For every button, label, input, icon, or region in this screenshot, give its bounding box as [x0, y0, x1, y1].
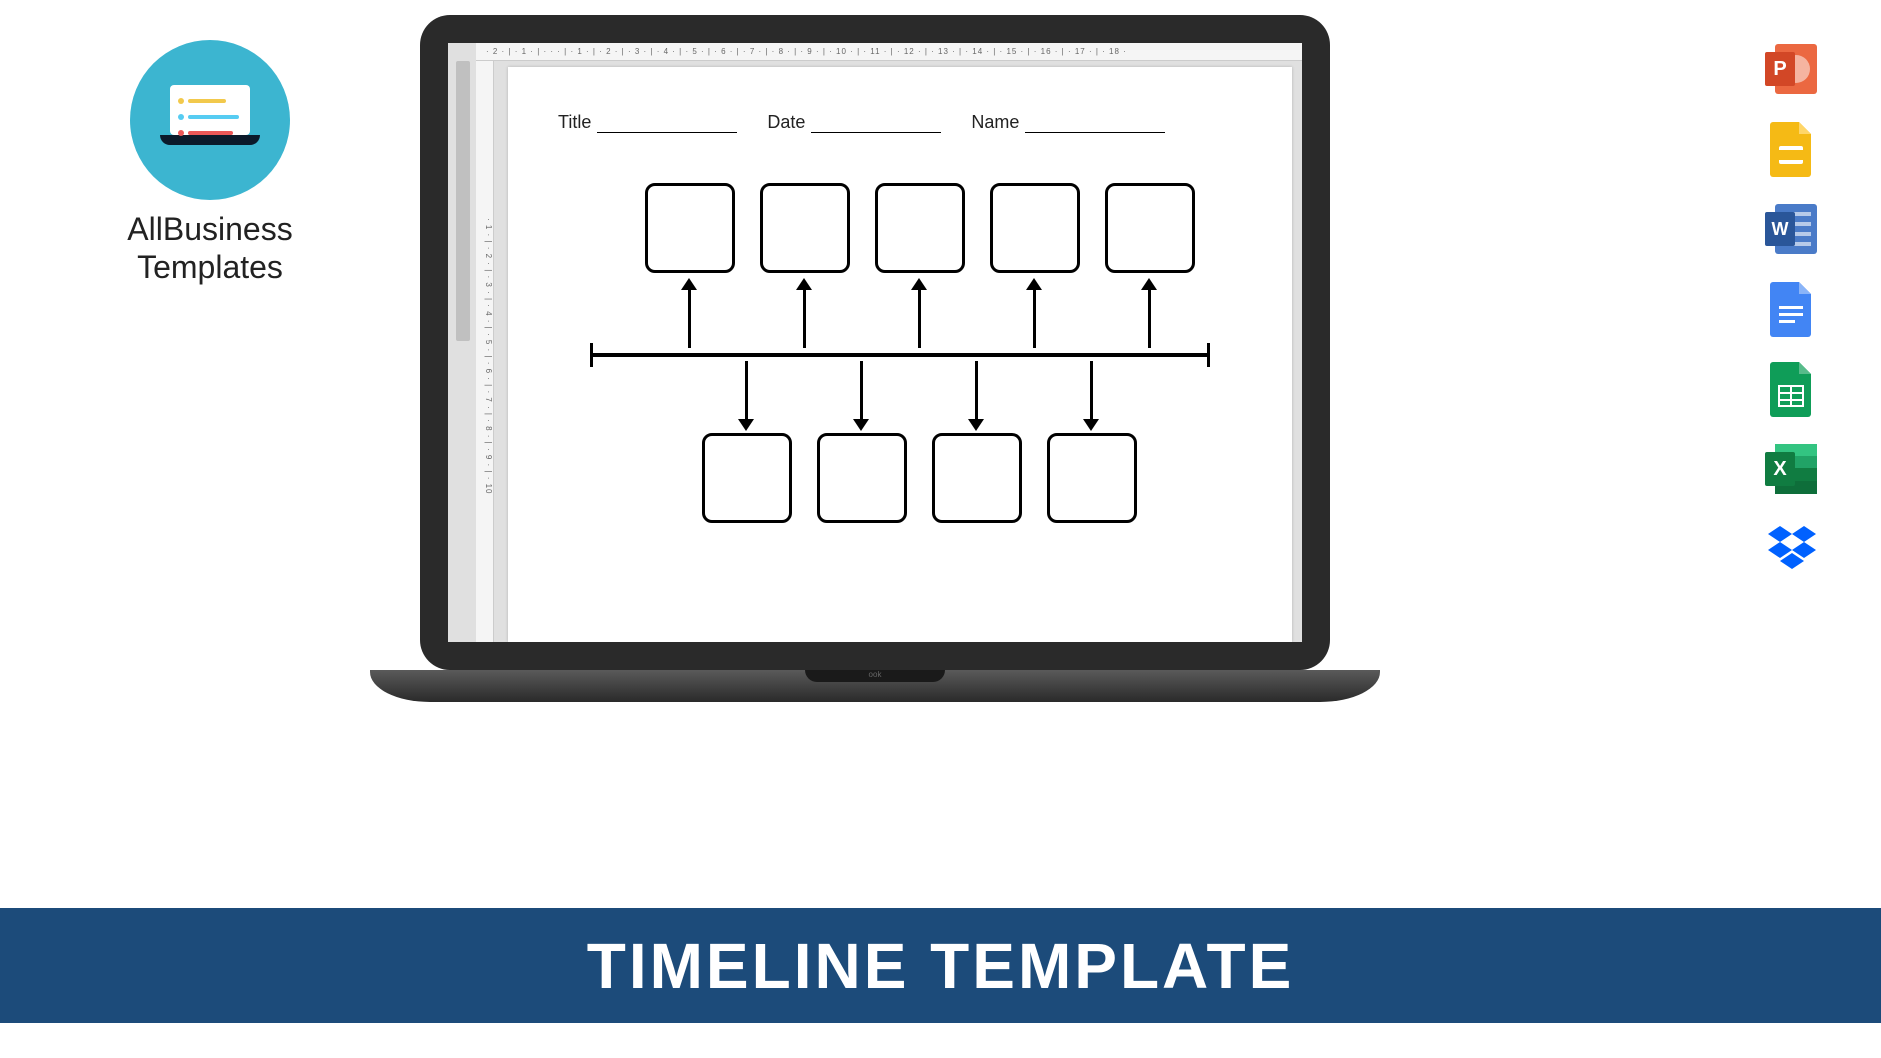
timeline-box: [990, 183, 1080, 273]
timeline-box: [1105, 183, 1195, 273]
svg-text:W: W: [1772, 219, 1789, 239]
date-label: Date: [767, 112, 805, 133]
google-docs-icon: [1763, 280, 1821, 338]
horizontal-ruler: · 2 · | · 1 · | · · · | · 1 · | · 2 · | …: [476, 43, 1302, 61]
document-page: Title Date Name: [508, 67, 1292, 642]
title-label: Title: [558, 112, 591, 133]
brand-logo: AllBusiness Templates: [90, 40, 330, 287]
timeline-box: [932, 433, 1022, 523]
google-slides-icon: [1763, 120, 1821, 178]
laptop-brand-notch: ook: [805, 670, 945, 682]
timeline-box: [817, 433, 907, 523]
logo-text-line2: Templates: [90, 248, 330, 286]
timeline-box: [1047, 433, 1137, 523]
svg-text:P: P: [1773, 58, 1786, 80]
dropbox-icon: [1763, 520, 1821, 578]
word-icon: W: [1763, 200, 1821, 258]
logo-text-line1: AllBusiness: [90, 210, 330, 248]
name-label: Name: [971, 112, 1019, 133]
timeline-box: [645, 183, 735, 273]
document-header-fields: Title Date Name: [558, 112, 1242, 133]
excel-icon: X: [1763, 440, 1821, 498]
logo-circle-icon: [130, 40, 290, 200]
filetype-icons-column: P W X: [1763, 40, 1821, 578]
svg-text:X: X: [1773, 458, 1787, 480]
vertical-ruler: · 1 · | · 2 · | · 3 · | · 4 · | · 5 · | …: [476, 61, 494, 642]
title-banner: TIMELINE TEMPLATE: [0, 908, 1881, 1023]
timeline-box: [702, 433, 792, 523]
timeline-box: [875, 183, 965, 273]
google-sheets-icon: [1763, 360, 1821, 418]
laptop-mockup: L · 2 · | · 1 · | · · · | · 1 · | · 2 · …: [370, 15, 1380, 702]
powerpoint-icon: P: [1763, 40, 1821, 98]
document-editor-screen: L · 2 · | · 1 · | · · · | · 1 · | · 2 · …: [448, 43, 1302, 642]
vertical-scrollbar[interactable]: [456, 61, 470, 341]
timeline-box: [760, 183, 850, 273]
banner-title: TIMELINE TEMPLATE: [587, 929, 1295, 1003]
timeline-diagram: [590, 183, 1210, 543]
